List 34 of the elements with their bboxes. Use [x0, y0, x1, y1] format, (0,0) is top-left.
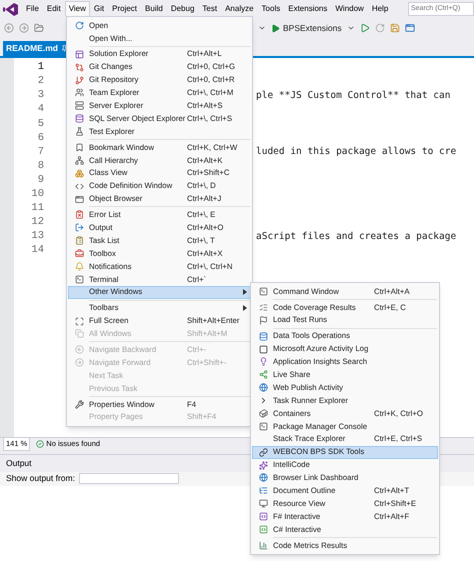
code-line: ple **JS Custom Control** that can	[256, 89, 450, 104]
menu-bar-item[interactable]: File	[22, 1, 43, 17]
line-number: 13	[30, 229, 44, 244]
line-number: 5	[36, 116, 44, 132]
menu-bar-item[interactable]: Help	[368, 1, 392, 17]
line-number: 8	[36, 158, 44, 174]
line-number: 6	[36, 130, 44, 146]
line-number: 4	[36, 102, 44, 118]
menu-bar-item[interactable]: Build	[141, 1, 167, 17]
panel-title: Output	[6, 457, 32, 470]
menu-bar-item[interactable]: Project	[108, 1, 142, 17]
line-number: 1	[36, 60, 44, 76]
menu-bar-item[interactable]: Window	[331, 1, 368, 17]
line-number: 7	[36, 144, 44, 160]
menu-bar-item[interactable]: Edit	[42, 1, 65, 17]
line-number: 3	[36, 88, 44, 104]
line-number: 14	[30, 243, 44, 258]
line-number: 10	[30, 187, 44, 202]
code-line: luded in this package allows to cre	[256, 145, 456, 160]
run-button[interactable]: BPSExtensions	[271, 22, 342, 34]
line-number: 11	[30, 201, 44, 216]
menu-bar-item[interactable]: View	[64, 1, 90, 17]
menu-bar-item[interactable]: Git	[90, 1, 108, 17]
line-number: 9	[36, 172, 44, 188]
line-number: 2	[36, 74, 44, 90]
menu-bar-item[interactable]: Debug	[166, 1, 198, 17]
menu-bar-item[interactable]: Extensions	[284, 1, 332, 17]
output-source-label: Show output from:	[6, 472, 75, 486]
menu-bar-item[interactable]: Tools	[258, 1, 284, 17]
menu-bar-item[interactable]: Test	[198, 1, 222, 17]
tab-title: README.md	[6, 42, 58, 55]
menu-bar-item[interactable]: Analyze	[221, 1, 258, 17]
code-line: aScript files and creates a package	[256, 230, 456, 244]
line-number: 12	[30, 215, 44, 230]
